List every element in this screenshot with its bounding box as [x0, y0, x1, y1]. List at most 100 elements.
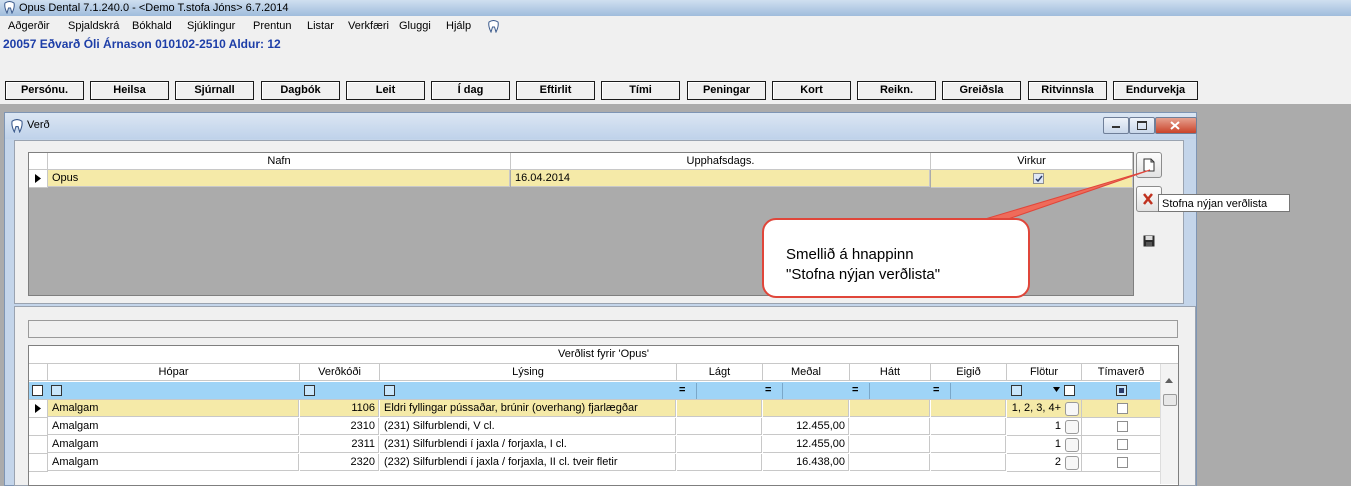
scroll-thumb[interactable] [1163, 394, 1177, 406]
description-cell[interactable]: (231) Silfurblendi, V cl. [380, 418, 676, 435]
row-selector[interactable] [29, 436, 48, 454]
nav-endurvekja-button[interactable]: Endurvekja [1113, 81, 1198, 100]
own-price-cell[interactable] [931, 436, 1006, 453]
timed-checkbox[interactable] [1117, 421, 1128, 432]
menu-listar[interactable]: Listar [307, 16, 334, 36]
surface-cell[interactable]: 2 [1007, 454, 1082, 472]
menu-verkfaeri[interactable]: Verkfæri [348, 16, 389, 36]
nav-reikn-button[interactable]: Reikn. [857, 81, 936, 100]
filter-text-icon[interactable] [1011, 385, 1022, 396]
col-header-timaverd[interactable]: Tímaverð [1082, 364, 1161, 381]
col-header-medal[interactable]: Meðal [763, 364, 850, 381]
new-pricelist-button[interactable] [1136, 152, 1162, 178]
menu-bokhald[interactable]: Bókhald [132, 16, 172, 36]
filter-equals-hatt[interactable]: = [852, 384, 858, 396]
surface-cell[interactable]: 1 [1007, 418, 1082, 436]
low-price-cell[interactable] [677, 454, 762, 471]
scroll-up-icon[interactable] [1165, 378, 1173, 383]
col-header-eigid[interactable]: Eigið [931, 364, 1007, 381]
filter-text-icon[interactable] [384, 385, 395, 396]
menu-prentun[interactable]: Prentun [253, 16, 292, 36]
code-cell[interactable]: 2320 [300, 454, 379, 471]
table-row[interactable]: Amalgam 2310 (231) Silfurblendi, V cl. 1… [29, 418, 1161, 436]
active-checkbox[interactable] [1033, 173, 1044, 184]
surface-cell[interactable]: 1, 2, 3, 4+ [1007, 400, 1082, 418]
nav-heilsa-button[interactable]: Heilsa [90, 81, 169, 100]
col-header-upphafsdags[interactable]: Upphafsdags. [511, 153, 931, 170]
row-selector[interactable] [29, 418, 48, 436]
tooth-menu-icon[interactable] [487, 20, 500, 33]
dropdown-arrow-icon[interactable] [1053, 387, 1060, 392]
timed-checkbox[interactable] [1117, 439, 1128, 450]
timed-checkbox[interactable] [1117, 403, 1128, 414]
group-cell[interactable]: Amalgam [48, 400, 299, 417]
surface-picker-button[interactable] [1065, 420, 1079, 434]
nav-timi-button[interactable]: Tími [601, 81, 680, 100]
own-price-cell[interactable] [931, 418, 1006, 435]
nav-leit-button[interactable]: Leit [346, 81, 425, 100]
own-price-cell[interactable] [931, 400, 1006, 417]
row-selector[interactable] [29, 400, 48, 418]
filter-equals-eigid[interactable]: = [933, 384, 939, 396]
col-header-nafn[interactable]: Nafn [48, 153, 511, 170]
mid-price-cell[interactable]: 12.455,00 [763, 436, 849, 453]
group-cell[interactable]: Amalgam [48, 454, 299, 471]
surface-picker-button[interactable] [1065, 402, 1079, 416]
menu-spjaldskra[interactable]: Spjaldskrá [68, 16, 119, 36]
description-cell[interactable]: Eldri fyllingar pússaðar, brúnir (overha… [380, 400, 676, 417]
filter-toggle-icon[interactable] [32, 385, 43, 396]
description-cell[interactable]: (232) Silfurblendi í jaxla / forjaxla, I… [380, 454, 676, 471]
code-cell[interactable]: 1106 [300, 400, 379, 417]
col-header-verdkodi[interactable]: Verðkóði [300, 364, 380, 381]
group-cell[interactable]: Amalgam [48, 436, 299, 453]
mid-price-cell[interactable]: 16.438,00 [763, 454, 849, 471]
code-cell[interactable]: 2310 [300, 418, 379, 435]
row-selector[interactable] [29, 170, 48, 188]
timed-cell[interactable] [1082, 454, 1161, 472]
nav-greidsla-button[interactable]: Greiðsla [942, 81, 1021, 100]
col-header-lagt[interactable]: Lágt [677, 364, 763, 381]
timed-cell[interactable] [1082, 436, 1161, 454]
nav-personu-button[interactable]: Persónu. [5, 81, 84, 100]
filter-text-icon[interactable] [304, 385, 315, 396]
maximize-button[interactable] [1129, 117, 1155, 134]
minimize-button[interactable] [1103, 117, 1129, 134]
col-header-flotur[interactable]: Flötur [1007, 364, 1082, 381]
pricelist-date-cell[interactable]: 16.04.2014 [511, 170, 930, 187]
mid-price-cell[interactable]: 12.455,00 [763, 418, 849, 435]
timed-checkbox[interactable] [1117, 457, 1128, 468]
low-price-cell[interactable] [677, 400, 762, 417]
vertical-scrollbar[interactable] [1160, 364, 1178, 484]
high-price-cell[interactable] [850, 436, 930, 453]
nav-kort-button[interactable]: Kort [772, 81, 851, 100]
nav-sjurnall-button[interactable]: Sjúrnall [175, 81, 254, 100]
description-cell[interactable]: (231) Silfurblendi í jaxla / forjaxla, I… [380, 436, 676, 453]
low-price-cell[interactable] [677, 436, 762, 453]
save-pricelist-button[interactable] [1136, 228, 1162, 254]
filter-checkbox-icon[interactable] [1116, 385, 1127, 396]
high-price-cell[interactable] [850, 400, 930, 417]
menu-adgerdir[interactable]: Aðgerðir [8, 16, 50, 36]
col-header-hopar[interactable]: Hópar [48, 364, 300, 381]
filter-toggle-icon[interactable] [1064, 385, 1075, 396]
nav-peningar-button[interactable]: Peningar [687, 81, 766, 100]
nav-ritvinnsla-button[interactable]: Ritvinnsla [1028, 81, 1107, 100]
low-price-cell[interactable] [677, 418, 762, 435]
mid-price-cell[interactable] [763, 400, 849, 417]
pricelist-name-cell[interactable]: Opus [48, 170, 510, 187]
timed-cell[interactable] [1082, 400, 1161, 418]
row-selector[interactable] [29, 454, 48, 472]
col-header-virkur[interactable]: Virkur [931, 153, 1133, 170]
group-cell[interactable]: Amalgam [48, 418, 299, 435]
surface-cell[interactable]: 1 [1007, 436, 1082, 454]
nav-dagbok-button[interactable]: Dagbók [261, 81, 340, 100]
surface-picker-button[interactable] [1065, 456, 1079, 470]
high-price-cell[interactable] [850, 418, 930, 435]
high-price-cell[interactable] [850, 454, 930, 471]
close-button[interactable] [1155, 117, 1197, 134]
table-row[interactable]: Amalgam 2311 (231) Silfurblendi í jaxla … [29, 436, 1161, 454]
col-header-lysing[interactable]: Lýsing [380, 364, 677, 381]
code-cell[interactable]: 2311 [300, 436, 379, 453]
timed-cell[interactable] [1082, 418, 1161, 436]
table-row[interactable]: Amalgam 1106 Eldri fyllingar pússaðar, b… [29, 400, 1161, 418]
